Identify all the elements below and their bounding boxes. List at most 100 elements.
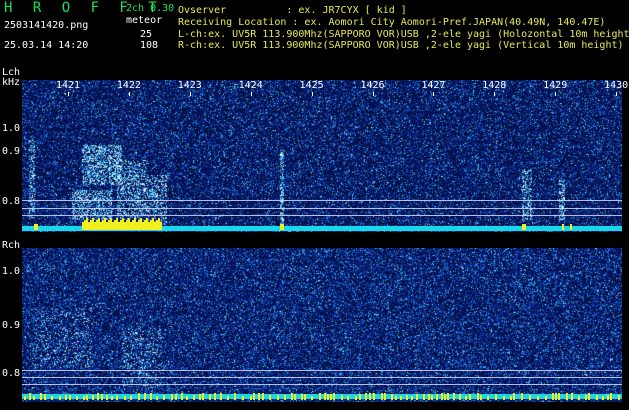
meteor-marker: [406, 395, 408, 400]
meteor-marker: [562, 224, 564, 230]
meteor-marker: [277, 395, 279, 400]
rch-guide-line-mid: [22, 377, 622, 378]
meteor-marker: [181, 393, 183, 400]
meteor-marker: [202, 393, 204, 400]
meteor-marker: [234, 393, 236, 400]
meteor-marker: [69, 395, 71, 400]
time-tick-mark: [189, 92, 191, 96]
meteor-marker: [220, 393, 222, 400]
meteor-marker: [40, 393, 42, 400]
meteor-marker: [469, 394, 471, 400]
time-tick-1422: 1422: [116, 80, 141, 91]
time-tick-1430: 1430: [604, 80, 629, 91]
time-tick-1424: 1424: [238, 80, 263, 91]
meteor-marker: [347, 396, 349, 400]
meteor-marker: [36, 224, 38, 230]
meteor-marker: [193, 395, 195, 400]
meteor-marker: [588, 393, 590, 400]
time-tick-mark: [494, 92, 496, 96]
lch-freq-1-0: 1.0: [2, 123, 21, 134]
rch-waterfall-canvas: [22, 248, 622, 402]
time-tick-mark: [250, 92, 252, 96]
meteor-marker: [65, 395, 67, 400]
meteor-marker: [447, 393, 449, 400]
meteor-marker: [214, 393, 216, 400]
meteor-marker: [130, 396, 132, 400]
meteor-marker: [431, 395, 433, 400]
meteor-label: meteor: [126, 15, 163, 26]
meteor-marker: [253, 393, 255, 400]
meteor-marker: [250, 396, 252, 400]
time-tick-1425: 1425: [299, 80, 324, 91]
meteor-marker: [227, 396, 229, 400]
meteor-marker: [284, 395, 286, 400]
time-tick-1429: 1429: [543, 80, 568, 91]
meteor-marker: [596, 395, 598, 400]
lch-guide-line-lower: [22, 215, 622, 216]
meteor-marker: [111, 396, 113, 400]
meteor-marker: [570, 224, 572, 230]
time-tick-mark: [311, 92, 313, 96]
rch-freq-1-0: 1.0: [2, 266, 21, 277]
meteor-marker: [59, 396, 61, 400]
meteor-marker: [359, 394, 361, 400]
time-tick-1421: 1421: [55, 80, 81, 91]
meteor-marker: [209, 394, 211, 400]
meteor-marker: [607, 395, 609, 400]
meteor-marker: [558, 393, 560, 400]
meteor-marker: [144, 393, 146, 400]
meteor-marker: [566, 393, 568, 400]
meteor-marker: [453, 393, 455, 400]
meteor-marker: [156, 396, 158, 400]
meteor-marker: [92, 395, 94, 400]
meteor-marker: [444, 394, 446, 400]
lch-guide-line-upper: [22, 200, 622, 201]
meteor-marker: [24, 396, 26, 400]
rch-freq-0-8: 0.8: [2, 368, 21, 379]
meteor-marker: [428, 394, 430, 400]
meteor-marker: [391, 394, 393, 400]
meteor-marker: [341, 395, 343, 400]
rch-spectrogram: [22, 248, 622, 402]
meteor-marker: [160, 222, 162, 230]
rch-info: R-ch:ex. UV5R 113.900Mhz(SAPPORO VOR)USB…: [178, 40, 624, 51]
meteor-marker: [521, 393, 523, 400]
meteor-marker: [395, 396, 397, 400]
meteor-marker: [44, 394, 46, 400]
meteor-marker: [423, 394, 425, 400]
meteor-marker: [33, 396, 35, 400]
meteor-marker: [138, 393, 140, 400]
meteor-marker: [513, 393, 515, 400]
meteor-marker: [552, 393, 554, 400]
meteor-marker: [319, 393, 321, 400]
meteor-marker: [262, 393, 264, 400]
meteor-marker: [381, 393, 383, 400]
meteor-marker: [602, 396, 604, 400]
lch-spectrogram: [22, 80, 622, 232]
meteor-marker: [495, 394, 497, 400]
meteor-marker: [384, 393, 386, 400]
meteor-marker: [610, 393, 612, 400]
rch-freq-0-9: 0.9: [2, 320, 21, 331]
time-tick-mark: [616, 92, 618, 96]
meteor-marker: [327, 394, 329, 400]
meteor-marker: [365, 393, 367, 400]
meteor-marker: [83, 396, 85, 400]
meteor-marker: [330, 394, 332, 400]
meteor-marker: [324, 393, 326, 400]
rch-axis-label: Rch: [2, 240, 21, 251]
observer-info: Ovserver : ex. JR7CYX [ kid ]: [178, 5, 407, 16]
rch-guide-line-upper: [22, 370, 622, 371]
meteor-marker: [171, 394, 173, 400]
meteor-marker: [545, 396, 547, 400]
meteor-marker: [503, 396, 505, 400]
meteor-marker: [124, 396, 126, 400]
meteor-marker: [524, 224, 526, 230]
meteor-marker: [510, 396, 512, 400]
meteor-marker: [373, 393, 375, 400]
meteor-marker: [258, 393, 260, 400]
meteor-marker: [480, 395, 482, 400]
time-tick-1428: 1428: [482, 80, 507, 91]
meteor-marker: [571, 393, 573, 400]
meteor-r-count: 108: [140, 40, 159, 51]
